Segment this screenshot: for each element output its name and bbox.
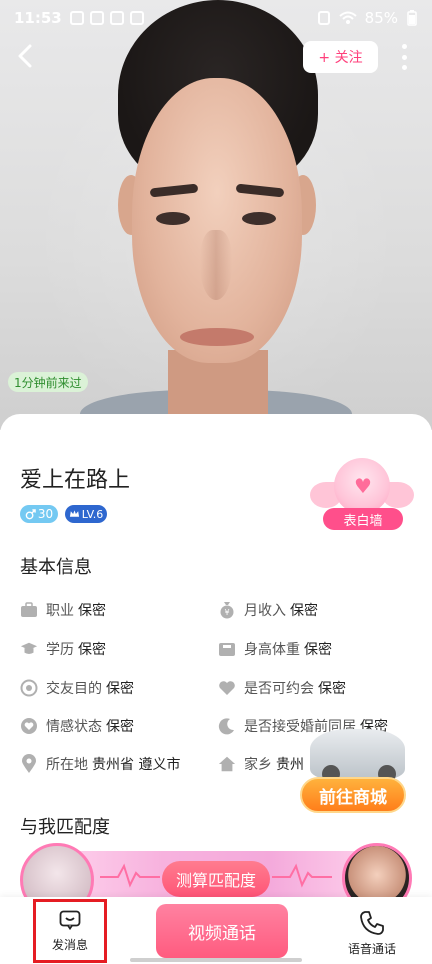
photo-eye-right xyxy=(242,212,276,225)
more-options-button[interactable] xyxy=(396,44,412,70)
status-bar: 11:53 85% xyxy=(0,0,432,36)
follow-button[interactable]: + 关注 xyxy=(303,41,378,73)
more-dot xyxy=(401,44,407,49)
send-message-button[interactable]: 发消息 xyxy=(33,899,107,963)
clock-icon xyxy=(129,11,144,25)
info-value: 保密 xyxy=(304,642,332,658)
voice-call-label: 语音通话 xyxy=(347,941,396,956)
send-message-label: 发消息 xyxy=(51,937,88,952)
love-wall-label: 表白墙 xyxy=(323,508,403,530)
info-value: 保密 xyxy=(290,603,318,619)
home-icon xyxy=(218,755,236,773)
age-value: 30 xyxy=(37,507,54,521)
moon-icon xyxy=(218,717,236,735)
info-location: 所在地 贵州省 遵义市 xyxy=(20,754,180,774)
age-badge: 30 xyxy=(20,505,58,523)
info-education: 学历 保密 xyxy=(20,639,106,659)
male-icon xyxy=(25,508,36,519)
info-value: 保密 xyxy=(78,603,106,619)
level-badge: LV.6 xyxy=(65,505,107,523)
voice-call-button[interactable]: 语音通话 xyxy=(332,905,412,961)
info-income: ¥ 月收入 保密 xyxy=(218,600,318,620)
info-occupation: 职业 保密 xyxy=(20,600,106,620)
last-visit-badge: 1分钟前来过 xyxy=(8,372,88,392)
photo-mouth xyxy=(180,328,254,346)
status-time: 11:53 xyxy=(14,9,62,27)
status-notification-icons xyxy=(69,11,144,25)
more-dot xyxy=(401,54,407,60)
tiktok-icon xyxy=(69,11,84,25)
battery-percent: 85% xyxy=(364,9,398,27)
love-wall-button[interactable]: ♥ 表白墙 xyxy=(310,458,414,530)
battery-icon xyxy=(407,10,417,26)
info-value: 保密 xyxy=(78,642,106,658)
info-label: 身高体重 xyxy=(244,642,300,658)
heart-icon xyxy=(218,679,236,697)
info-label: 交友目的 xyxy=(46,681,102,697)
crown-icon xyxy=(69,510,79,517)
info-height-weight: 身高体重 保密 xyxy=(218,639,332,659)
info-value: 保密 xyxy=(318,681,346,697)
leaf-icon xyxy=(109,11,124,25)
info-value: 保密 xyxy=(106,719,134,735)
level-value: LV.6 xyxy=(81,507,104,521)
target-icon xyxy=(20,679,38,697)
pulse-line-left xyxy=(100,863,160,888)
shop-promo-button[interactable]: 前往商城 xyxy=(300,725,410,817)
info-label: 职业 xyxy=(46,603,74,619)
chevron-left-icon xyxy=(18,44,32,68)
home-indicator[interactable] xyxy=(130,958,302,962)
info-label: 家乡 xyxy=(244,757,272,773)
info-dating-purpose: 交友目的 保密 xyxy=(20,678,134,698)
info-date-available: 是否可约会 保密 xyxy=(218,678,346,698)
video-call-button[interactable]: 视频通话 xyxy=(156,904,288,958)
nfc-icon xyxy=(317,11,330,25)
graduation-cap-icon xyxy=(20,640,38,658)
match-title: 与我匹配度 xyxy=(20,817,110,838)
info-label: 是否可约会 xyxy=(244,681,314,697)
app-icon xyxy=(89,11,104,25)
phone-icon xyxy=(360,910,384,935)
heart-badge-icon xyxy=(20,717,38,735)
info-value: 保密 xyxy=(106,681,134,697)
go-to-shop-label: 前往商城 xyxy=(300,777,406,813)
photo-eye-left xyxy=(156,212,190,225)
back-button[interactable] xyxy=(10,40,42,72)
info-label: 情感状态 xyxy=(46,719,102,735)
info-relationship-status: 情感状态 保密 xyxy=(20,716,134,736)
info-label: 月收入 xyxy=(244,603,286,619)
money-bag-icon: ¥ xyxy=(218,601,236,619)
info-value: 贵州省 遵义市 xyxy=(92,757,181,773)
svg-text:¥: ¥ xyxy=(224,608,229,617)
info-label: 学历 xyxy=(46,642,74,658)
briefcase-icon xyxy=(20,601,38,619)
calculate-match-button[interactable]: 测算匹配度 xyxy=(162,861,270,897)
scale-icon xyxy=(218,640,236,658)
location-icon xyxy=(20,754,38,773)
info-label: 所在地 xyxy=(46,757,88,773)
info-hometown: 家乡 贵州 xyxy=(218,754,304,774)
wifi-icon xyxy=(338,11,357,24)
user-name: 爱上在路上 xyxy=(20,468,131,493)
chat-icon xyxy=(59,910,81,930)
more-dot xyxy=(401,65,407,70)
status-right: 85% xyxy=(317,9,418,27)
photo-nose xyxy=(200,230,232,300)
pulse-line-right xyxy=(272,863,332,888)
heart-icon: ♥ xyxy=(354,474,372,498)
basic-info-title: 基本信息 xyxy=(20,557,92,578)
